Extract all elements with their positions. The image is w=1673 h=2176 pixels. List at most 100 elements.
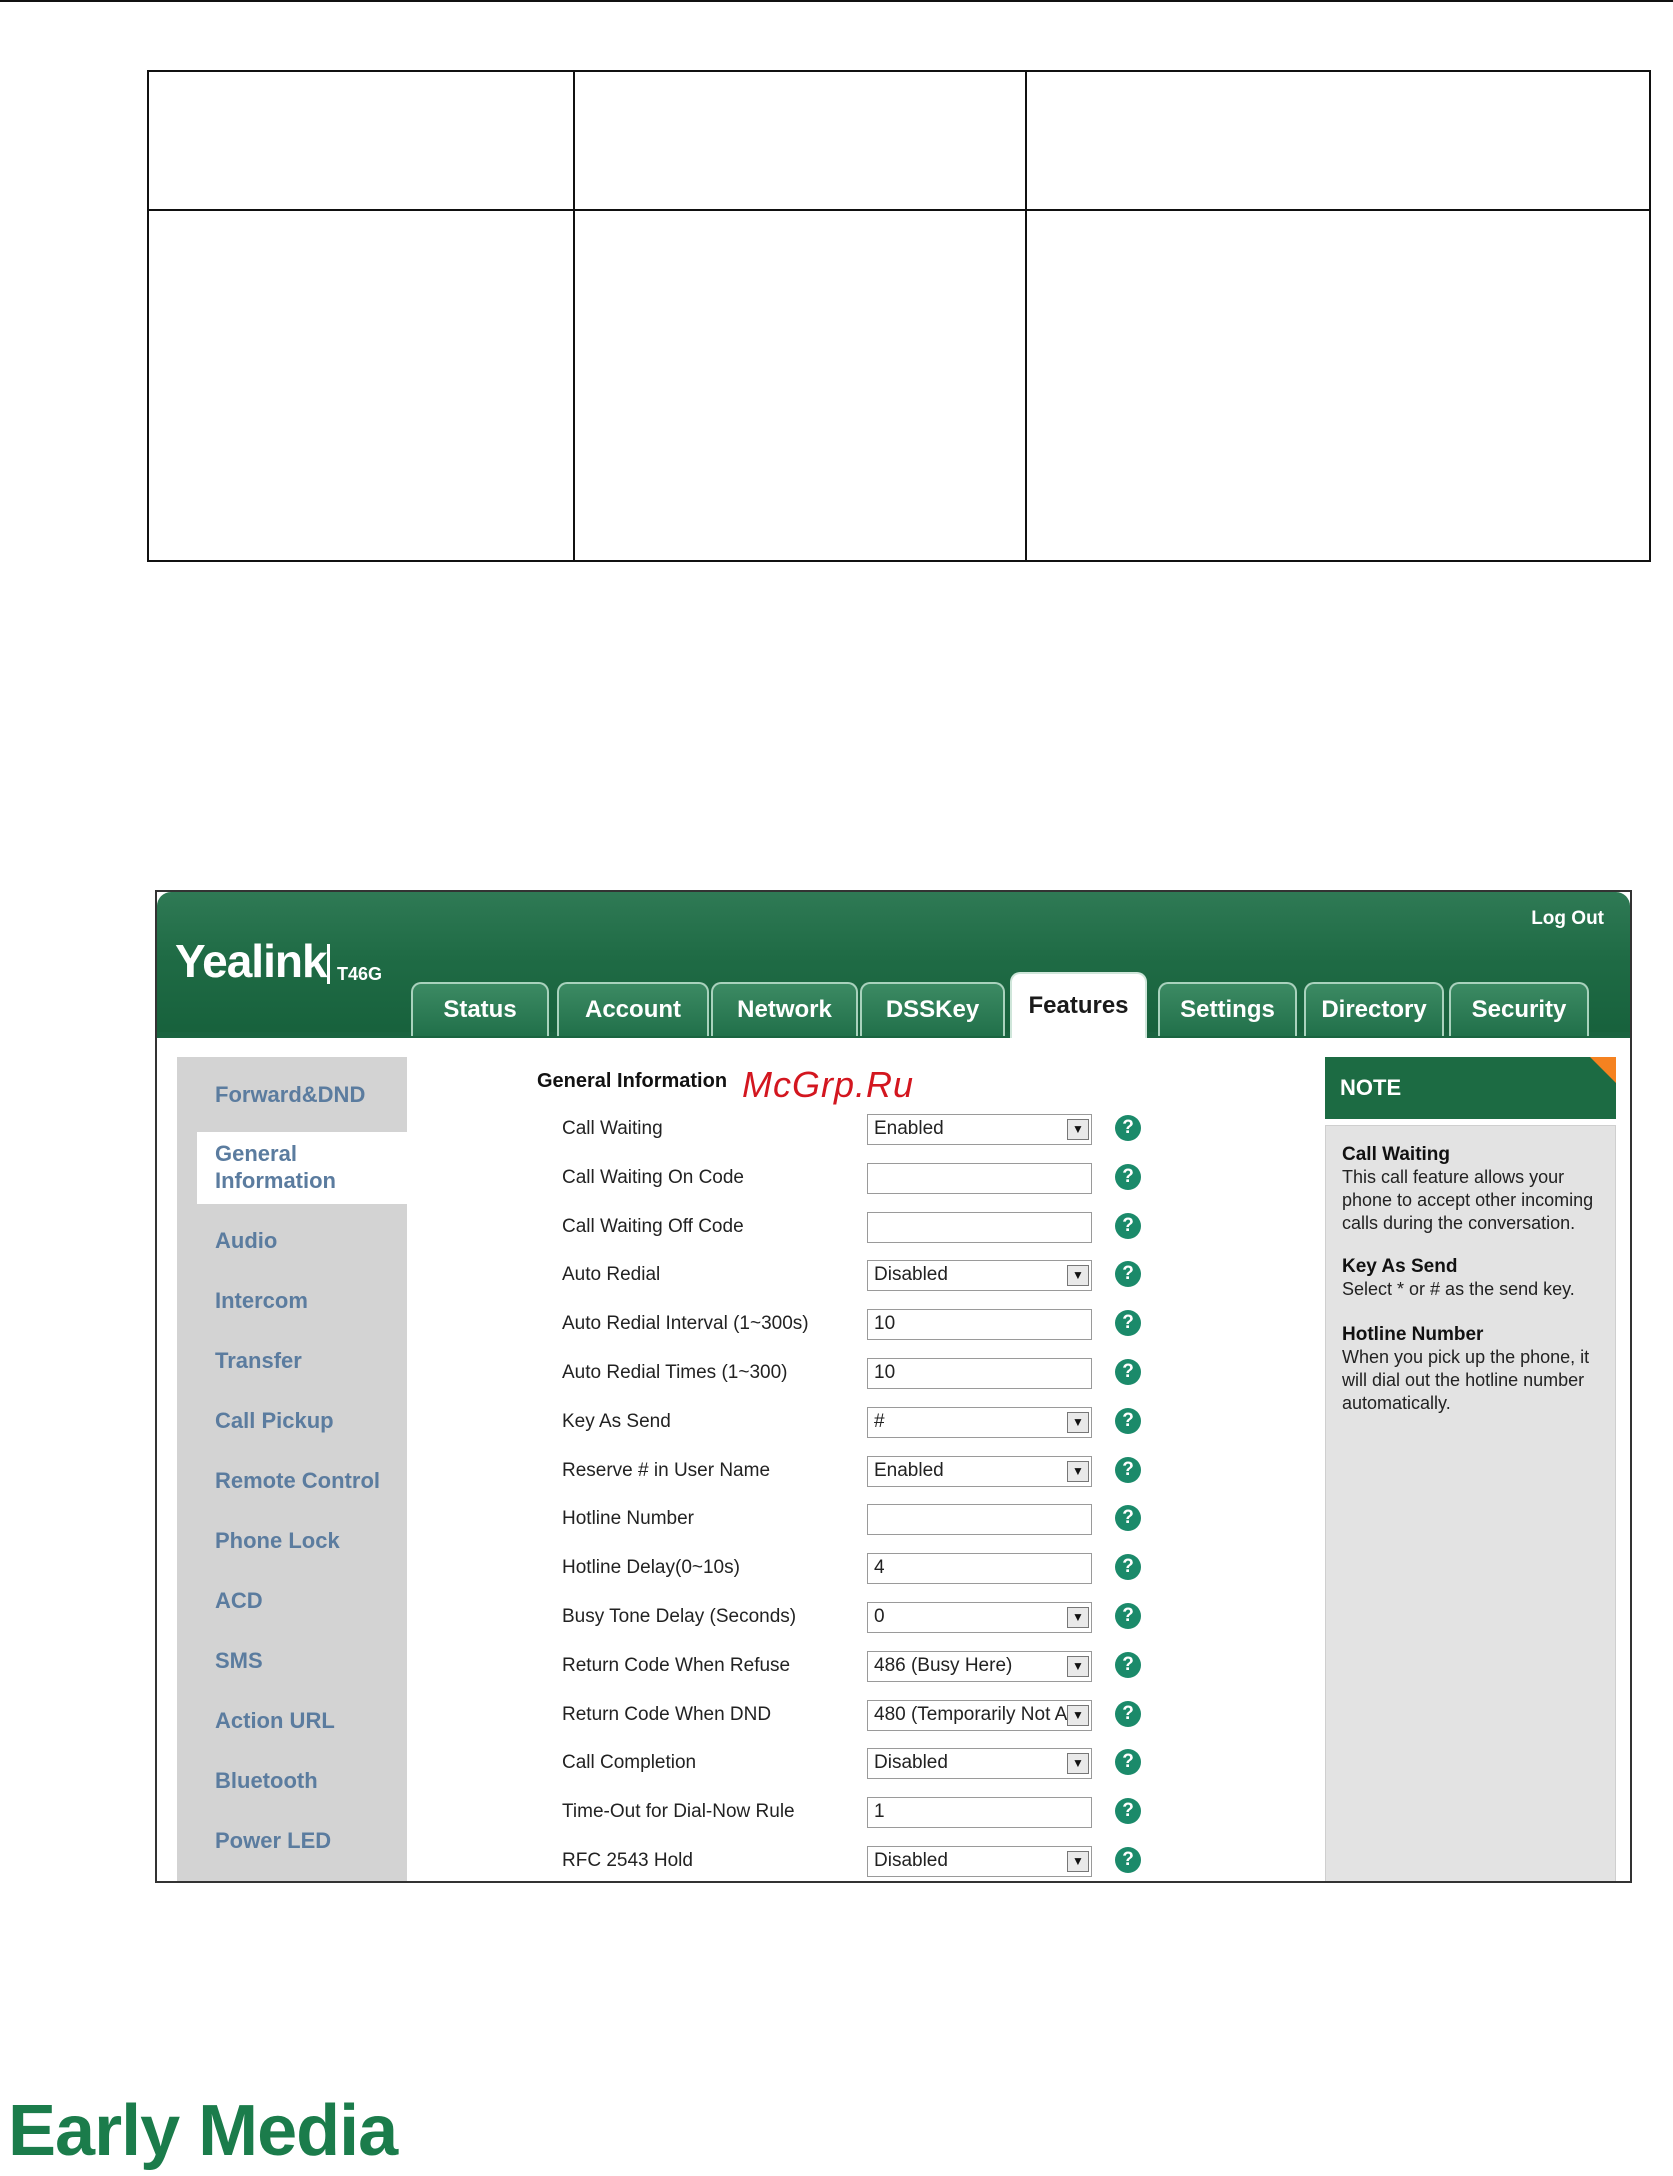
model-label: T46G: [337, 964, 383, 984]
section-heading: Early Media: [8, 2091, 398, 2171]
sidebar-item-power-led[interactable]: Power LED: [215, 1827, 331, 1854]
auto-redial-value: Disabled: [874, 1264, 948, 1286]
auto-redial-select[interactable]: Disabled ▼: [867, 1260, 1092, 1292]
tab-network[interactable]: Network: [711, 982, 858, 1036]
call-completion-select[interactable]: Disabled ▼: [867, 1748, 1092, 1780]
rfc-2543-hold-value: Disabled: [874, 1850, 948, 1871]
dropdown-arrow-icon[interactable]: ▼: [1067, 1851, 1089, 1872]
tab-security[interactable]: Security: [1449, 982, 1589, 1036]
logout-link[interactable]: Log Out: [1531, 908, 1604, 930]
note-text-hotline-number: When you pick up the phone, it will dial…: [1342, 1347, 1590, 1413]
dropdown-arrow-icon[interactable]: ▼: [1067, 1655, 1089, 1677]
help-icon[interactable]: ?: [1115, 1700, 1141, 1727]
dropdown-arrow-icon[interactable]: ▼: [1067, 1607, 1089, 1628]
label-call-completion: Call Completion: [562, 1752, 697, 1774]
dropdown-arrow-icon[interactable]: ▼: [1067, 1411, 1089, 1433]
help-icon[interactable]: ?: [1115, 1407, 1141, 1434]
tab-dsskey[interactable]: DSSKey: [860, 982, 1005, 1036]
label-return-code-when-refuse: Return Code When Refuse: [562, 1654, 791, 1676]
label-time-out-for-dial-now-rule: Time-Out for Dial-Now Rule: [562, 1801, 795, 1823]
tab-account[interactable]: Account: [557, 982, 709, 1036]
empty-table: [147, 70, 1651, 562]
note-title-key-as-send: Key As Send: [1342, 1256, 1458, 1277]
call-waiting-on-code-input[interactable]: [867, 1162, 1092, 1194]
dropdown-arrow-icon[interactable]: ▼: [1067, 1753, 1089, 1775]
call-waiting-select[interactable]: Enabled ▼: [867, 1114, 1092, 1145]
table-divider: [573, 72, 575, 560]
help-icon[interactable]: ?: [1115, 1847, 1141, 1873]
dropdown-arrow-icon[interactable]: ▼: [1067, 1265, 1089, 1287]
help-icon[interactable]: ?: [1115, 1163, 1141, 1190]
key-as-send-select[interactable]: # ▼: [867, 1406, 1092, 1438]
sidebar-item-action-url[interactable]: Action URL: [215, 1707, 335, 1734]
help-icon[interactable]: ?: [1115, 1798, 1141, 1825]
label-call-waiting-on-code: Call Waiting On Code: [562, 1166, 744, 1188]
yealink-web-ui-screenshot: Yealink T46G Log Out Status Account Networ…: [155, 890, 1632, 1883]
auto-redial-times-1-300-input[interactable]: 10: [867, 1358, 1092, 1389]
help-icon[interactable]: ?: [1115, 1651, 1141, 1678]
sidebar-item-acd[interactable]: ACD: [215, 1587, 263, 1614]
dropdown-arrow-icon[interactable]: ▼: [1067, 1704, 1089, 1726]
help-icon[interactable]: ?: [1115, 1115, 1141, 1141]
table-divider: [1025, 72, 1027, 560]
auto-redial-interval-1-300s-input[interactable]: 10: [867, 1309, 1092, 1341]
note-heading: NOTE: [1340, 1075, 1402, 1100]
sidebar-item-transfer[interactable]: Transfer: [215, 1347, 302, 1374]
label-call-waiting-off-code: Call Waiting Off Code: [562, 1215, 744, 1237]
sidebar-item-sms[interactable]: SMS: [215, 1647, 263, 1674]
label-key-as-send: Key As Send: [562, 1410, 671, 1432]
label-auto-redial: Auto Redial: [562, 1264, 661, 1286]
note-corner-flag: [1590, 1057, 1616, 1083]
sidebar-item-bluetooth[interactable]: Bluetooth: [215, 1767, 318, 1794]
help-icon[interactable]: ?: [1115, 1603, 1141, 1629]
sidebar-item-call-pickup[interactable]: Call Pickup: [215, 1407, 334, 1434]
tab-directory[interactable]: Directory: [1304, 982, 1444, 1036]
label-rfc-2543-hold: RFC 2543 Hold: [562, 1850, 693, 1871]
hotline-number-input[interactable]: [867, 1504, 1092, 1536]
top-rule: [0, 0, 1673, 2]
sidebar-item-remote-control[interactable]: Remote Control: [215, 1467, 380, 1494]
help-icon[interactable]: ?: [1115, 1505, 1141, 1532]
sidebar-item-general-information[interactable]: General Information: [215, 1140, 345, 1194]
help-icon[interactable]: ?: [1115, 1310, 1141, 1337]
help-icon[interactable]: ?: [1115, 1456, 1141, 1483]
label-return-code-when-dnd: Return Code When DND: [562, 1703, 772, 1725]
time-out-for-dial-now-rule-input[interactable]: 1: [867, 1797, 1092, 1829]
hotline-delay-0-10s-input[interactable]: 4: [867, 1553, 1092, 1585]
return-code-when-dnd-value: 480 (Temporarily Not A: [874, 1703, 1068, 1725]
auto-redial-times-1-300-value: 10: [874, 1362, 896, 1383]
dropdown-arrow-icon[interactable]: ▼: [1067, 1119, 1089, 1140]
help-icon[interactable]: ?: [1115, 1261, 1141, 1288]
call-waiting-off-code-input[interactable]: [867, 1211, 1092, 1243]
label-auto-redial-interval-1-300s: Auto Redial Interval (1~300s): [562, 1313, 809, 1335]
reserve-in-user-name-value: Enabled: [874, 1459, 944, 1481]
rfc-2543-hold-select[interactable]: Disabled ▼: [867, 1846, 1092, 1877]
return-code-when-dnd-select[interactable]: 480 (Temporarily Not A ▼: [867, 1699, 1092, 1731]
sidebar-item-audio[interactable]: Audio: [215, 1227, 277, 1254]
sidebar-item-phone-lock[interactable]: Phone Lock: [215, 1527, 340, 1554]
label-auto-redial-times-1-300: Auto Redial Times (1~300): [562, 1362, 788, 1383]
section-title: General Information: [537, 1070, 728, 1092]
logo-divider: [327, 944, 330, 984]
brand-logo: Yealink: [175, 935, 328, 987]
sidebar-item-forward-dnd[interactable]: Forward&DND: [215, 1081, 365, 1108]
tab-status[interactable]: Status: [411, 982, 549, 1036]
tab-features[interactable]: Features: [1010, 972, 1147, 1038]
label-busy-tone-delay-seconds: Busy Tone Delay (Seconds): [562, 1606, 797, 1627]
help-icon[interactable]: ?: [1115, 1212, 1141, 1239]
tab-settings[interactable]: Settings: [1158, 982, 1297, 1036]
help-icon[interactable]: ?: [1115, 1359, 1141, 1385]
label-reserve-in-user-name: Reserve # in User Name: [562, 1459, 771, 1481]
table-divider: [149, 209, 1649, 211]
help-icon[interactable]: ?: [1115, 1749, 1141, 1776]
call-completion-value: Disabled: [874, 1752, 948, 1774]
hotline-delay-0-10s-value: 4: [874, 1557, 885, 1579]
busy-tone-delay-seconds-select[interactable]: 0 ▼: [867, 1602, 1092, 1633]
return-code-when-refuse-select[interactable]: 486 (Busy Here) ▼: [867, 1650, 1092, 1682]
auto-redial-interval-1-300s-value: 10: [874, 1313, 896, 1335]
sidebar-item-intercom[interactable]: Intercom: [215, 1287, 308, 1314]
help-icon[interactable]: ?: [1115, 1554, 1141, 1581]
note-text-key-as-send: Select * or # as the send key.: [1342, 1279, 1575, 1299]
dropdown-arrow-icon[interactable]: ▼: [1067, 1460, 1089, 1482]
reserve-in-user-name-select[interactable]: Enabled ▼: [867, 1455, 1092, 1487]
